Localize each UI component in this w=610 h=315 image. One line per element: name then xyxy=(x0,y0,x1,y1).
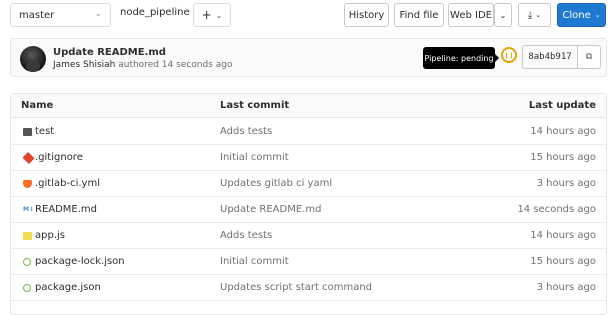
table-header: Name Last commit Last update xyxy=(11,94,606,118)
last-update: 14 seconds ago xyxy=(517,204,596,215)
table-row[interactable]: .gitignore Initial commit 15 hours ago xyxy=(11,145,606,171)
file-name[interactable]: .gitlab-ci.yml xyxy=(35,178,100,189)
branch-label: master xyxy=(19,9,55,21)
header-name: Name xyxy=(21,100,54,111)
table-row[interactable]: package-lock.json Initial commit 15 hour… xyxy=(11,249,606,275)
pipeline-tooltip: Pipeline: pending xyxy=(423,47,499,69)
file-name[interactable]: .gitignore xyxy=(35,152,83,163)
last-update: 3 hours ago xyxy=(536,282,596,293)
header-last-commit: Last commit xyxy=(220,100,290,111)
header-last-update: Last update xyxy=(528,100,596,111)
file-name[interactable]: test xyxy=(35,126,54,137)
chevron-down-icon: ⌄ xyxy=(215,10,223,20)
history-button[interactable]: History xyxy=(344,3,389,27)
last-update: 3 hours ago xyxy=(536,178,596,189)
markdown-icon: M↓ xyxy=(23,206,34,213)
commit-meta: James Shisiah authored 14 seconds ago xyxy=(53,60,233,70)
gitlab-icon xyxy=(23,180,32,188)
folder-icon xyxy=(23,128,32,136)
file-tree-table: Name Last commit Last update test Adds t… xyxy=(10,93,607,315)
file-name[interactable]: package-lock.json xyxy=(35,256,125,267)
chevron-down-icon: ⌄ xyxy=(594,11,601,19)
npm-icon xyxy=(23,284,31,292)
commit-message[interactable]: Initial commit xyxy=(220,152,289,163)
pipeline-pending-icon[interactable]: ❙❙ xyxy=(501,47,517,63)
web-ide-button[interactable]: Web IDE xyxy=(448,3,494,27)
javascript-icon xyxy=(23,232,32,240)
chevron-down-icon: ⌄ xyxy=(499,10,507,20)
web-ide-dropdown-button[interactable]: ⌄ xyxy=(494,3,512,27)
add-file-dropdown-button[interactable]: + ⌄ xyxy=(193,3,231,27)
npm-icon xyxy=(23,258,31,266)
branch-selector[interactable]: master ⌄ xyxy=(10,3,111,27)
repo-toolbar: master ⌄ node_pipeline/ + ⌄ History Find… xyxy=(0,0,610,30)
commit-message[interactable]: Updates script start command xyxy=(220,282,372,293)
commit-sha[interactable]: 8ab4b917 xyxy=(522,45,578,69)
breadcrumb: node_pipeline/ xyxy=(120,7,197,18)
last-update: 14 hours ago xyxy=(530,126,596,137)
table-row[interactable]: app.js Adds tests 14 hours ago xyxy=(11,223,606,249)
table-row[interactable]: M↓ README.md Update README.md 14 seconds… xyxy=(11,197,606,223)
table-row[interactable]: .gitlab-ci.yml Updates gitlab ci yaml 3 … xyxy=(11,171,606,197)
commit-author[interactable]: James Shisiah xyxy=(53,60,115,70)
commit-time: authored 14 seconds ago xyxy=(118,60,233,70)
file-name[interactable]: package.json xyxy=(35,282,101,293)
file-name[interactable]: app.js xyxy=(35,230,65,241)
last-update: 15 hours ago xyxy=(530,256,596,267)
last-commit-panel: Update README.md James Shisiah authored … xyxy=(10,38,607,77)
commit-message[interactable]: Update README.md xyxy=(220,204,321,215)
download-dropdown-button[interactable]: ⤓ ⌄ xyxy=(518,3,551,27)
table-row[interactable]: test Adds tests 14 hours ago xyxy=(11,119,606,145)
commit-message[interactable]: Adds tests xyxy=(220,126,272,137)
plus-icon: + xyxy=(201,8,212,22)
commit-message[interactable]: Updates gitlab ci yaml xyxy=(220,178,332,189)
chevron-down-icon: ⌄ xyxy=(94,9,102,19)
clone-label: Clone xyxy=(562,9,591,21)
commit-message[interactable]: Adds tests xyxy=(220,230,272,241)
clone-dropdown-button[interactable]: Clone ⌄ xyxy=(557,3,606,27)
commit-title[interactable]: Update README.md xyxy=(53,47,166,58)
download-icon: ⤓ xyxy=(527,9,533,21)
chevron-down-icon: ⌄ xyxy=(535,11,542,19)
breadcrumb-project[interactable]: node_pipeline xyxy=(120,7,190,18)
file-name[interactable]: README.md xyxy=(35,204,97,215)
table-row[interactable]: package.json Updates script start comman… xyxy=(11,275,606,301)
copy-sha-button[interactable]: ⧉ xyxy=(577,45,601,69)
git-icon xyxy=(22,151,35,165)
copy-icon: ⧉ xyxy=(585,52,593,62)
last-update: 15 hours ago xyxy=(530,152,596,163)
commit-message[interactable]: Initial commit xyxy=(220,256,289,267)
find-file-button[interactable]: Find file xyxy=(394,3,444,27)
last-update: 14 hours ago xyxy=(530,230,596,241)
avatar[interactable] xyxy=(20,46,46,72)
